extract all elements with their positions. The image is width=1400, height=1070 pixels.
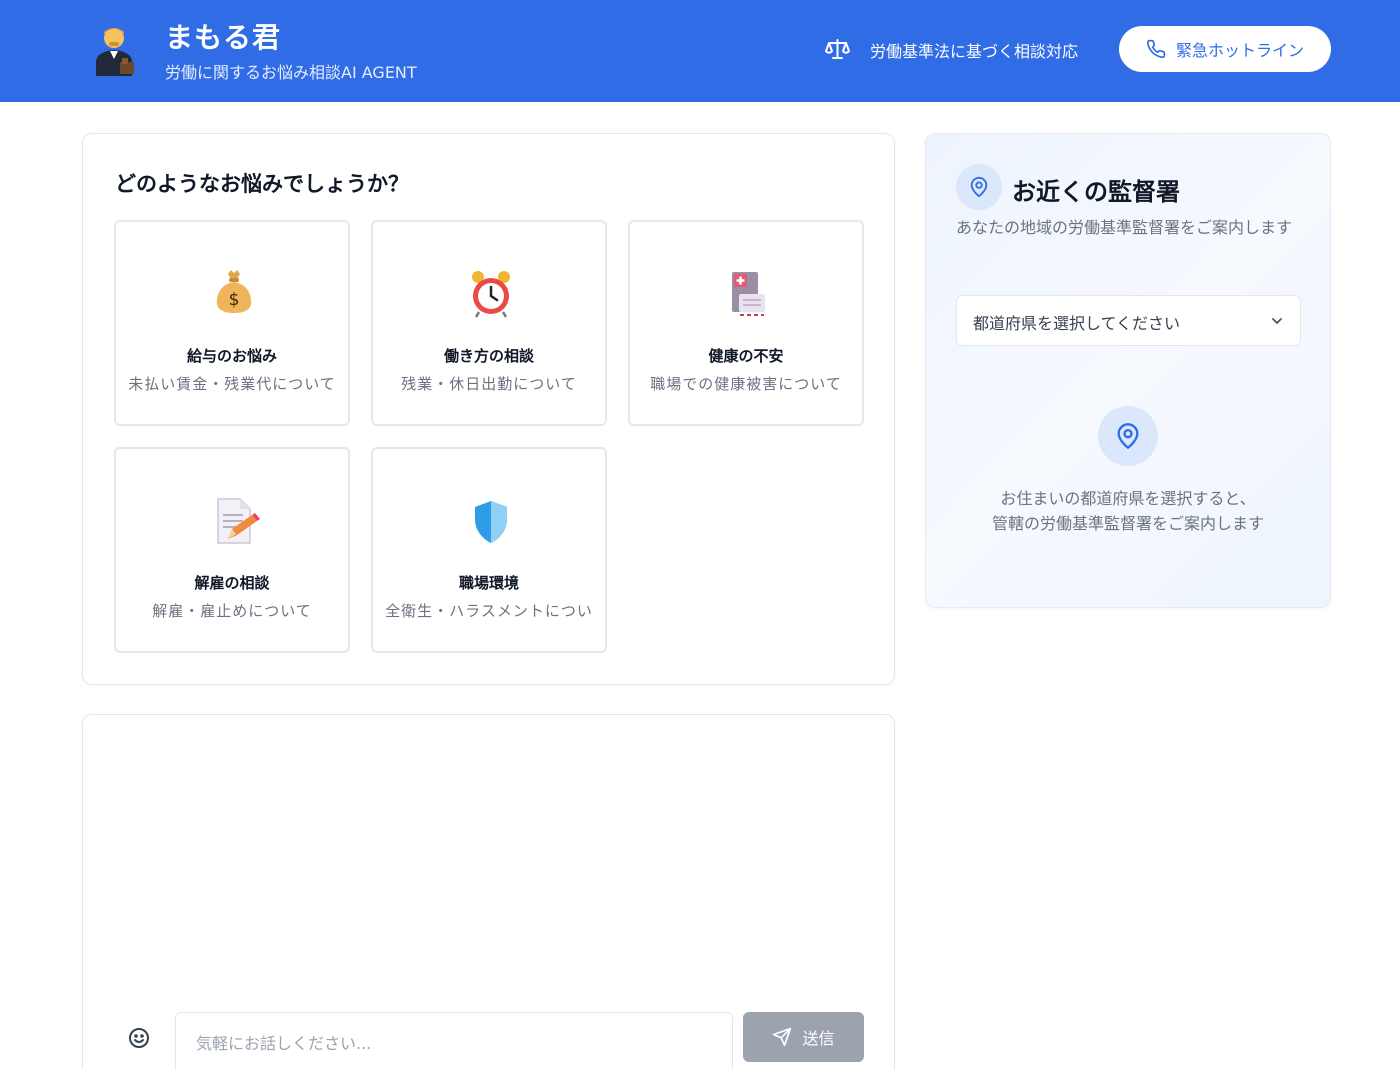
prefecture-select[interactable]: 都道府県を選択してください bbox=[956, 295, 1301, 346]
office-title: お近くの監督署 bbox=[1012, 178, 1180, 206]
law-note: 労働基準法に基づく相談対応 bbox=[870, 42, 1079, 61]
topic-label: 解雇の相談 bbox=[194, 574, 270, 592]
scale-icon bbox=[825, 39, 850, 59]
topic-health[interactable]: 健康の不安 職場での健康被害について bbox=[628, 220, 864, 426]
topic-desc: 職場での健康被害について bbox=[650, 375, 842, 393]
prefecture-select-value: 都道府県を選択してください bbox=[973, 314, 1181, 333]
document-pencil-icon bbox=[217, 498, 260, 544]
phone-icon bbox=[1146, 39, 1166, 59]
topics-title: どのようなお悩みでしょうか？ bbox=[115, 172, 409, 196]
alarm-clock-icon bbox=[472, 271, 510, 318]
app-title: まもる君 bbox=[165, 21, 282, 54]
svg-text:$: $ bbox=[229, 290, 240, 310]
topic-working-style[interactable]: 働き方の相談 残業・休日出勤について bbox=[371, 220, 607, 426]
app-header: まもる君 労働に関するお悩み相談AI AGENT 労働基準法に基づく相談対応 緊… bbox=[0, 0, 1400, 102]
topic-desc: 全衛生・ハラスメントについ bbox=[385, 602, 593, 620]
app-subtitle: 労働に関するお悩み相談AI AGENT bbox=[165, 63, 417, 82]
topic-dismissal[interactable]: 解雇の相談 解雇・雇止めについて bbox=[114, 447, 350, 653]
hotline-label: 緊急ホットライン bbox=[1175, 41, 1304, 60]
topic-label: 給与のお悩み bbox=[186, 347, 277, 365]
medical-clipboard-icon bbox=[732, 272, 765, 316]
topic-desc: 未払い賃金・残業代について bbox=[128, 375, 336, 393]
send-icon bbox=[773, 1027, 792, 1047]
topic-label: 健康の不安 bbox=[708, 347, 784, 365]
topic-desc: 解雇・雇止めについて bbox=[152, 602, 312, 620]
empty-state-pin bbox=[1098, 406, 1158, 466]
chevron-down-icon bbox=[1272, 318, 1282, 324]
money-bag-icon: $ bbox=[216, 270, 252, 313]
topics-card: どのようなお悩みでしょうか？ $ 給与のお悩み 未払い賃金・残業代について 働き… bbox=[82, 133, 895, 685]
map-pin-icon bbox=[1117, 423, 1139, 449]
topic-label: 働き方の相談 bbox=[443, 347, 534, 365]
smiley-icon[interactable] bbox=[127, 1026, 151, 1050]
office-hint: お住まいの都道府県を選択すると、 管轄の労働基準監督署をご案内します bbox=[926, 486, 1330, 536]
topic-salary[interactable]: $ 給与のお悩み 未払い賃金・残業代について bbox=[114, 220, 350, 426]
topic-label: 職場環境 bbox=[458, 574, 519, 592]
topic-workplace-environment[interactable]: 職場環境 全衛生・ハラスメントについ bbox=[371, 447, 607, 653]
shield-icon bbox=[475, 501, 507, 543]
chat-card: 送信 bbox=[82, 714, 895, 1070]
nearby-office-panel: お近くの監督署 あなたの地域の労働基準監督署をご案内します 都道府県を選択してく… bbox=[925, 133, 1331, 608]
office-hint-line-2: 管轄の労働基準監督署をご案内します bbox=[991, 514, 1264, 533]
topic-desc: 残業・休日出勤について bbox=[401, 375, 577, 393]
office-description: あなたの地域の労働基準監督署をご案内します bbox=[956, 218, 1293, 237]
lawyer-avatar-icon bbox=[96, 28, 134, 76]
send-button[interactable]: 送信 bbox=[743, 1012, 864, 1062]
map-pin-icon bbox=[970, 176, 988, 198]
office-pin-badge bbox=[956, 164, 1002, 210]
chat-input[interactable] bbox=[175, 1012, 733, 1070]
office-hint-line-1: お住まいの都道府県を選択すると、 bbox=[1000, 489, 1256, 508]
emergency-hotline-button[interactable]: 緊急ホットライン bbox=[1119, 26, 1331, 72]
send-label: 送信 bbox=[802, 1029, 835, 1048]
